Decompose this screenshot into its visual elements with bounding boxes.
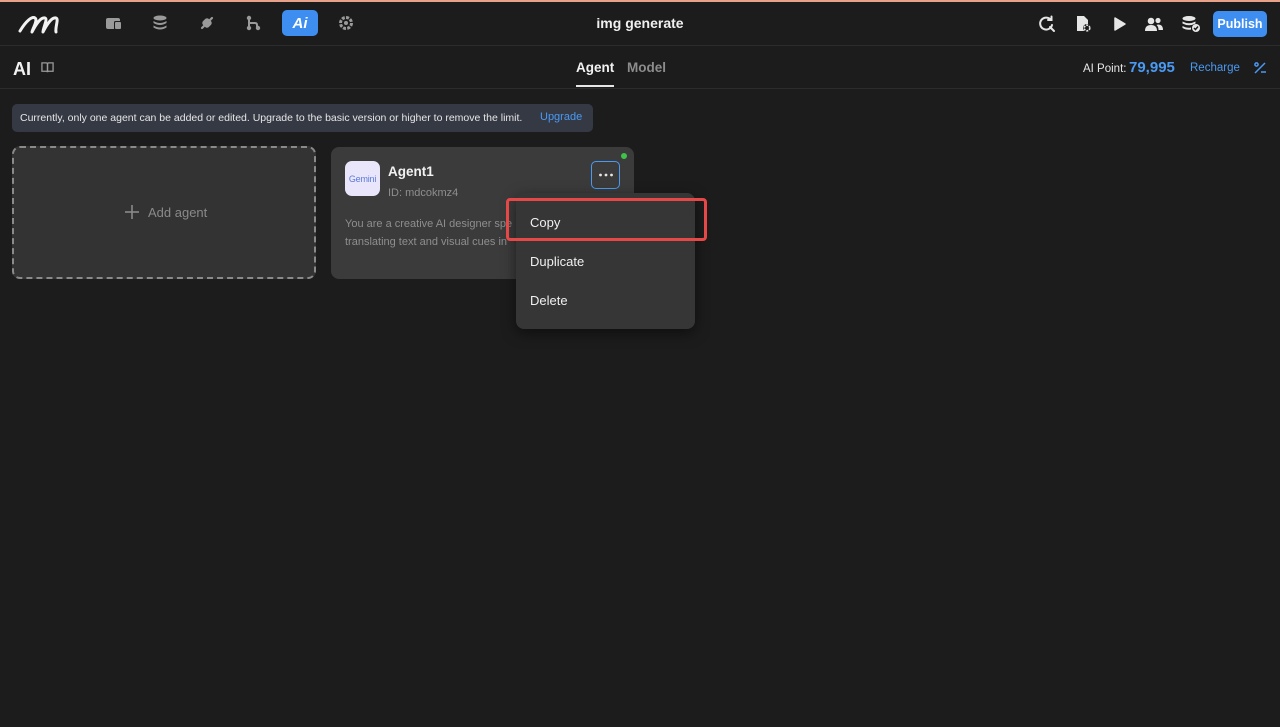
active-tab-indicator	[576, 85, 614, 87]
tab-agent[interactable]: Agent	[576, 60, 614, 75]
settings-icon[interactable]	[328, 10, 364, 36]
file-settings-icon[interactable]	[1071, 12, 1095, 36]
ai-point-value: 79,995	[1129, 59, 1175, 76]
play-icon[interactable]	[1107, 12, 1131, 36]
menu-item-delete[interactable]: Delete	[530, 293, 568, 308]
database-icon[interactable]	[142, 10, 178, 36]
add-agent-label: Add agent	[148, 205, 208, 220]
workflow-icon[interactable]	[235, 10, 271, 36]
plus-icon	[124, 204, 140, 220]
upgrade-notice: Currently, only one agent can be added o…	[12, 104, 593, 132]
page-title: AI	[13, 59, 31, 79]
sub-header: AI Agent Model AI Point: 79,995 Recharge	[0, 47, 1280, 89]
ai-icon[interactable]: Ai	[282, 10, 318, 36]
notice-text: Currently, only one agent can be added o…	[20, 112, 523, 124]
add-agent-card[interactable]: Add agent	[12, 146, 316, 279]
plugin-icon[interactable]	[189, 10, 225, 36]
publish-button[interactable]: Publish	[1213, 11, 1267, 37]
ai-point-label: AI Point:	[1083, 63, 1127, 75]
search-refresh-icon[interactable]	[1035, 12, 1059, 36]
menu-item-duplicate[interactable]: Duplicate	[530, 254, 584, 269]
upgrade-link[interactable]: Upgrade	[540, 111, 582, 123]
exchange-rate-icon[interactable]	[1253, 61, 1267, 75]
app-logo[interactable]	[18, 12, 64, 36]
agent-name: Agent1	[388, 164, 434, 179]
highlight-box	[506, 198, 707, 241]
gemini-logo: Gemini	[348, 173, 377, 184]
database-check-icon[interactable]	[1179, 12, 1203, 36]
dashboard-icon[interactable]	[96, 10, 132, 36]
tab-model[interactable]: Model	[627, 60, 666, 75]
agent-avatar: Gemini	[345, 161, 380, 196]
recharge-link[interactable]: Recharge	[1190, 62, 1240, 74]
more-options-button[interactable]	[591, 161, 620, 189]
top-toolbar: Ai img generate Publish	[0, 2, 1280, 46]
agent-id: ID: mdcokmz4	[388, 187, 459, 199]
users-icon[interactable]	[1142, 12, 1166, 36]
book-icon[interactable]	[41, 61, 55, 75]
status-online-dot	[621, 153, 627, 159]
ellipsis-icon	[598, 173, 613, 177]
